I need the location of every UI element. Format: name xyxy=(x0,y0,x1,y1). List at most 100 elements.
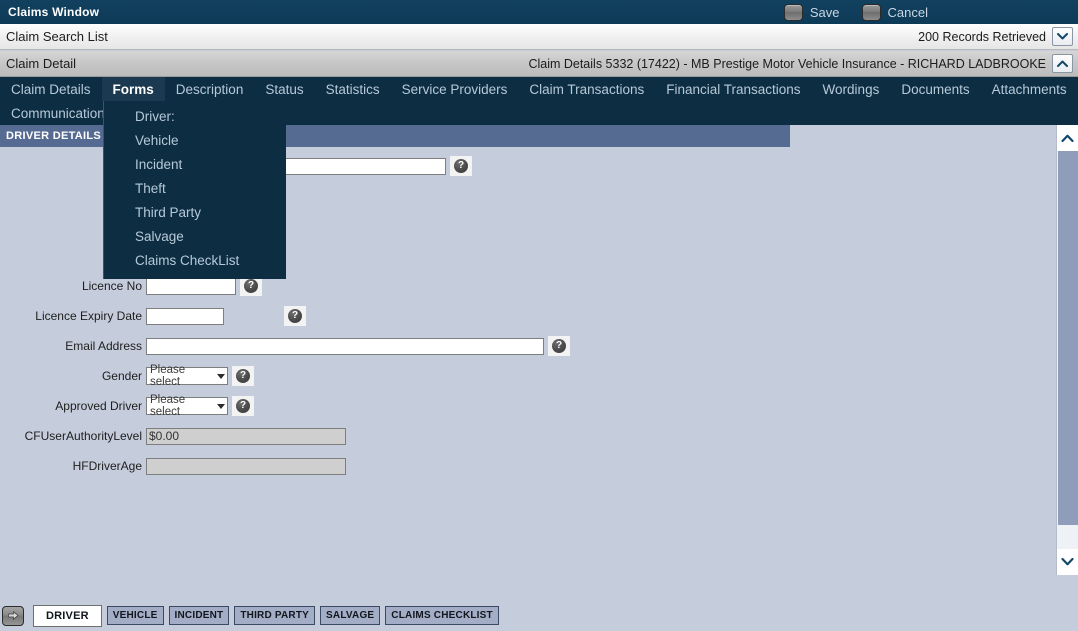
question-mark-icon: ? xyxy=(454,159,468,173)
save-button[interactable]: Save xyxy=(783,3,840,21)
tab-label: Attachments xyxy=(991,81,1067,97)
question-mark-icon: ? xyxy=(244,279,258,293)
tab-label: Statistics xyxy=(325,81,380,97)
tab-label: Claim Details xyxy=(11,81,91,97)
field-label: Licence Expiry Date xyxy=(35,309,142,323)
scrollbar-thumb[interactable] xyxy=(1058,151,1078,525)
tab-label: Wordings xyxy=(822,81,880,97)
gender-help-icon[interactable]: ? xyxy=(232,366,254,386)
tab-financial-transactions[interactable]: Financial Transactions xyxy=(655,77,811,101)
field-label: CFUserAuthorityLevel xyxy=(24,429,142,443)
tab-attachments[interactable]: Attachments xyxy=(981,77,1078,101)
menu-item-theft[interactable]: Theft xyxy=(104,177,286,201)
footer-tab-driver[interactable]: DRIVER xyxy=(33,604,102,627)
approved-driver-select[interactable]: Please select xyxy=(146,394,228,418)
footer-tab-salvage[interactable]: SALVAGE xyxy=(320,606,381,625)
form-row: Gender Please select? xyxy=(0,361,1056,391)
tab-service-providers[interactable]: Service Providers xyxy=(391,77,519,101)
cancel-button[interactable]: Cancel xyxy=(861,3,928,21)
tab-claim-transactions[interactable]: Claim Transactions xyxy=(518,77,655,101)
claim-detail-title: Claim Detail xyxy=(6,56,77,71)
footer-tab-bar: DRIVER VEHICLE INCIDENT THIRD PARTY SALVAGE C… xyxy=(0,600,1078,631)
collapse-claim-detail-button[interactable] xyxy=(1052,54,1073,73)
form-row: Licence Expiry Date? xyxy=(0,301,1056,331)
field-control: Please select? xyxy=(146,394,254,418)
field-control: ? xyxy=(146,306,306,326)
email-address-help-icon[interactable]: ? xyxy=(548,336,570,356)
tab-row-primary: Claim Details Forms Description Status Stati… xyxy=(0,77,1078,101)
nav-forward-button[interactable] xyxy=(2,605,24,626)
question-mark-icon: ? xyxy=(236,399,250,413)
footer-tab-incident[interactable]: INCIDENT xyxy=(168,606,230,625)
field-control xyxy=(146,427,346,445)
menu-item-incident[interactable]: Incident xyxy=(104,153,286,177)
field-control: ? xyxy=(146,336,570,356)
licence-expiry-date-input[interactable] xyxy=(146,307,224,325)
tab-communication[interactable]: Communication xyxy=(0,101,116,125)
claim-search-list-right: 200 Records Retrieved xyxy=(918,27,1078,46)
field-0-help-icon[interactable]: ? xyxy=(450,156,472,176)
tab-label: Communication xyxy=(11,105,105,121)
footer-tab-vehicle[interactable]: VEHICLE xyxy=(106,606,164,625)
licence-expiry-date-help-icon[interactable]: ? xyxy=(284,306,306,326)
tab-wordings[interactable]: Wordings xyxy=(812,77,891,101)
tab-label: Financial Transactions xyxy=(666,81,801,97)
tab-label: Claim Transactions xyxy=(529,81,645,97)
field-control: Please select? xyxy=(146,364,254,388)
tab-forms[interactable]: Forms xyxy=(101,77,165,101)
forms-dropdown-menu[interactable]: Driver: Vehicle Incident Theft Third Party Sa… xyxy=(103,101,286,279)
form-row: Email Address? xyxy=(0,331,1056,361)
expand-search-list-button[interactable] xyxy=(1052,27,1073,46)
email-address-input[interactable] xyxy=(146,337,544,355)
tab-description[interactable]: Description xyxy=(165,77,255,101)
records-retrieved-label: 200 Records Retrieved xyxy=(918,29,1046,44)
form-row: HFDriverAge xyxy=(0,451,1056,481)
select-value: Please select xyxy=(150,394,186,418)
select-value: Please select xyxy=(150,364,186,388)
footer-tab-third-party[interactable]: THIRD PARTY xyxy=(234,606,316,625)
menu-item-driver[interactable]: Driver: xyxy=(104,105,286,129)
approved-driver-help-icon[interactable]: ? xyxy=(232,396,254,416)
cancel-button-label: Cancel xyxy=(887,4,928,20)
licence-no-input[interactable] xyxy=(146,277,236,295)
tab-status[interactable]: Status xyxy=(254,77,314,101)
question-mark-icon: ? xyxy=(236,369,250,383)
menu-item-vehicle[interactable]: Vehicle xyxy=(104,129,286,153)
scroll-down-button[interactable] xyxy=(1057,549,1078,575)
chevron-up-icon xyxy=(1057,60,1068,67)
form-row: Approved Driver Please select? xyxy=(0,391,1056,421)
footer-tabs-container: DRIVER VEHICLE INCIDENT THIRD PARTY SALVAGE C… xyxy=(33,604,504,627)
claim-search-list-title: Claim Search List xyxy=(6,29,108,44)
claim-summary-label: Claim Details 5332 (17422) - MB Prestige… xyxy=(528,56,1046,71)
tab-statistics[interactable]: Statistics xyxy=(315,77,391,101)
gender-select[interactable]: Please select xyxy=(146,364,228,388)
vertical-scrollbar[interactable] xyxy=(1056,125,1078,575)
field-control xyxy=(146,457,346,475)
footer-tab-label: THIRD PARTY xyxy=(240,610,310,621)
form-row: CFUserAuthorityLevel xyxy=(0,421,1056,451)
tab-label: Forms xyxy=(112,81,154,97)
tab-claim-details[interactable]: Claim Details xyxy=(0,77,102,101)
save-button-label: Save xyxy=(809,4,840,20)
footer-tab-label: DRIVER xyxy=(46,609,89,622)
footer-tab-label: VEHICLE xyxy=(112,610,158,621)
cfuserauthoritylevel-input xyxy=(146,427,346,445)
cancel-icon xyxy=(861,3,881,21)
menu-item-third-party[interactable]: Third Party xyxy=(104,201,286,225)
menu-item-claims-checklist[interactable]: Claims CheckList xyxy=(104,249,286,273)
title-bar-actions: Save Cancel xyxy=(762,3,1078,21)
footer-tab-claims-checklist[interactable]: CLAIMS CHECKLIST xyxy=(385,606,499,625)
licence-no-help-icon[interactable]: ? xyxy=(240,276,262,296)
chevron-down-icon xyxy=(1057,33,1068,40)
title-bar: Claims Window Save Cancel xyxy=(0,0,1078,24)
field-label: HFDriverAge xyxy=(72,459,142,473)
scroll-up-button[interactable] xyxy=(1057,125,1078,151)
question-mark-icon: ? xyxy=(552,339,566,353)
footer-tab-label: SALVAGE xyxy=(326,610,375,621)
menu-item-salvage[interactable]: Salvage xyxy=(104,225,286,249)
tab-documents[interactable]: Documents xyxy=(890,77,980,101)
chevron-down-icon xyxy=(1061,558,1074,566)
hfdriverage-input xyxy=(146,457,346,475)
claim-search-list-bar: Claim Search List 200 Records Retrieved xyxy=(0,24,1078,50)
arrow-right-icon xyxy=(7,611,19,620)
